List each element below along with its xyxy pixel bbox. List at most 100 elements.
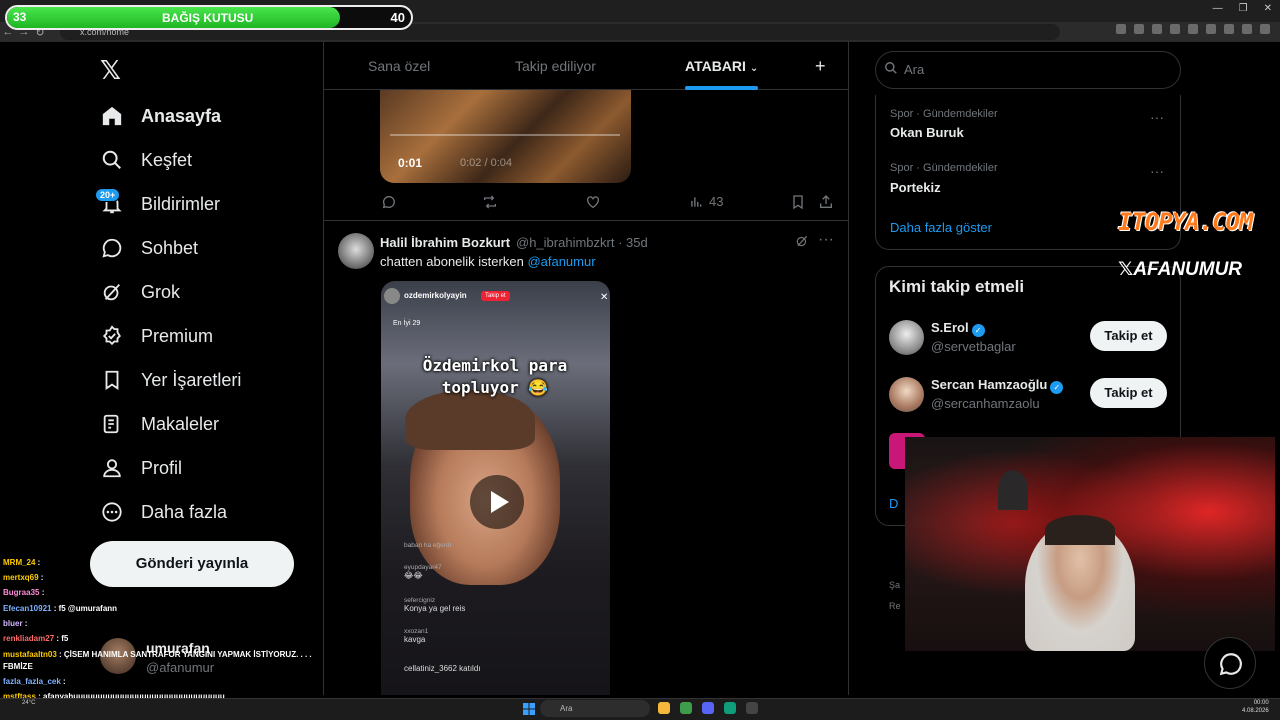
more-options-icon[interactable]: ··· [818, 231, 834, 249]
taskbar-search[interactable]: Ara [540, 700, 650, 717]
clock-time: 00:00 [1253, 700, 1269, 706]
notification-badge: 20+ [95, 188, 121, 202]
maximize-icon[interactable]: ❐ [1239, 3, 1248, 14]
sidebar-item-explore[interactable]: Keşfet [100, 142, 192, 178]
discord-icon[interactable] [702, 702, 714, 714]
trend-item[interactable]: Okan Buruk [890, 125, 964, 140]
reply-button[interactable] [381, 194, 397, 210]
avatar[interactable] [889, 320, 924, 355]
repost-icon [484, 195, 496, 209]
grok-icon[interactable] [795, 234, 809, 253]
more-options-icon[interactable]: ··· [1150, 109, 1164, 125]
tab-atabari[interactable]: ATABARI ⌄ [685, 58, 758, 74]
like-button[interactable] [585, 194, 601, 210]
suggested-user-name[interactable]: Sercan Hamzaoğlu ✓ [931, 377, 1064, 394]
tab-following[interactable]: Takip ediliyor [515, 58, 596, 74]
chat-message: mustafaaltn03 : ÇİSEM HANIMLA SANTRAFOR … [3, 650, 312, 659]
show-more-link[interactable]: Daha fazla göster [890, 220, 992, 235]
play-button[interactable] [470, 475, 524, 529]
video-comment: eyupdayar47 😂😂 [404, 564, 442, 580]
streamer-handle: 𝕏AFANUMUR [1118, 258, 1242, 281]
window-controls: — ❐ ✕ [1213, 3, 1272, 14]
webcam-streamer-hair [1045, 515, 1115, 545]
share-icon [820, 195, 832, 208]
chat-message: FBMİZE [3, 662, 33, 671]
tweet-author-name[interactable]: Halil İbrahim Bozkurt [380, 235, 510, 250]
sidebar-item-profile[interactable]: Profil [100, 450, 182, 486]
chrome-icon[interactable] [680, 702, 692, 714]
cast-icon[interactable] [1134, 24, 1144, 34]
sidebar-item-grok[interactable]: Grok [100, 274, 180, 310]
tweet-mention-link[interactable]: @afanumur [527, 254, 595, 269]
taskbar-weather[interactable]: 24°C [22, 700, 35, 707]
app-icon[interactable] [746, 702, 758, 714]
extension-icon[interactable] [1188, 24, 1198, 34]
extension-icon[interactable] [1206, 24, 1216, 34]
video-comment-user: baban ha eğerdr [404, 542, 452, 549]
truncated-link[interactable]: D [889, 496, 898, 511]
star-icon[interactable] [1152, 24, 1162, 34]
video-progress-bar[interactable] [390, 134, 620, 136]
taskbar-clock[interactable]: 00:00 4.08.2026 [1242, 699, 1269, 715]
profile-icon[interactable] [1242, 24, 1252, 34]
chat-icon [100, 236, 124, 260]
add-tab-icon[interactable]: + [815, 56, 826, 77]
suggested-user-handle: @sercanhamzaolu [931, 396, 1040, 411]
chat-separator: : [22, 619, 28, 628]
messages-fab-button[interactable] [1204, 637, 1256, 689]
donation-current: 33 [13, 10, 27, 24]
extension-icon[interactable] [1170, 24, 1180, 34]
x-logo-icon[interactable]: 𝕏 [100, 55, 121, 86]
views-button[interactable]: 43 [689, 194, 723, 209]
share-button[interactable] [818, 194, 834, 210]
chat-separator: : [56, 650, 64, 659]
follow-button[interactable]: Takip et [1090, 378, 1167, 408]
sidebar-item-bookmarks[interactable]: Yer İşaretleri [100, 362, 241, 398]
chat-username: Efecan10921 [3, 604, 52, 613]
suggested-user-name[interactable]: S.Erol ✓ [931, 320, 985, 337]
sponsor-logo: ITOPYA.COM [1118, 208, 1253, 236]
heart-icon [587, 196, 599, 209]
zoom-icon[interactable] [1116, 24, 1126, 34]
timeline-tabs: Sana özel Takip ediliyor ATABARI ⌄ [324, 42, 848, 90]
sidebar-item-premium[interactable]: Premium [100, 318, 213, 354]
trend-item[interactable]: Portekiz [890, 180, 941, 195]
extension-icon[interactable] [1224, 24, 1234, 34]
avatar[interactable] [889, 377, 924, 412]
windows-start-icon[interactable] [523, 702, 535, 715]
more-options-icon[interactable]: ··· [1150, 163, 1164, 179]
repost-button[interactable] [482, 194, 498, 210]
file-explorer-icon[interactable] [658, 702, 670, 714]
chat-separator: : [60, 677, 66, 686]
post-button[interactable]: Gönderi yayınla [90, 541, 294, 587]
edge-icon[interactable] [724, 702, 736, 714]
user-name-text: Sercan Hamzaoğlu [931, 377, 1048, 392]
reply-icon [382, 195, 395, 209]
video-caption-line: Özdemirkol para [422, 356, 568, 375]
menu-icon[interactable] [1260, 24, 1270, 34]
minimize-icon[interactable]: — [1213, 3, 1223, 14]
sidebar-item-articles[interactable]: Makaleler [100, 406, 219, 442]
search-placeholder: Ara [904, 62, 925, 77]
footer-link[interactable]: Şa [889, 580, 900, 590]
sidebar-item-chat[interactable]: Sohbet [100, 230, 198, 266]
sidebar-item-home[interactable]: Anasayfa [100, 98, 221, 134]
chat-username: MRM_24 [3, 558, 36, 567]
close-icon[interactable]: ✕ [1264, 3, 1272, 14]
tab-for-you[interactable]: Sana özel [368, 58, 430, 74]
user-icon [100, 456, 124, 480]
search-icon [884, 61, 898, 80]
donation-goal: 40 [390, 10, 405, 25]
footer-link[interactable]: Re [889, 601, 901, 611]
chat-text: ÇİSEM HANIMLA SANTRAFOR YANGINI YAPMAK İ… [63, 650, 312, 659]
follow-button[interactable]: Takip et [1090, 321, 1167, 351]
video-comment-user: xxozan1 [404, 628, 429, 635]
bookmark-button[interactable] [790, 194, 806, 210]
bookmark-icon [100, 368, 124, 392]
home-icon [100, 104, 124, 128]
sidebar-item-more[interactable]: Daha fazla [100, 494, 227, 530]
sidebar-item-label: Sohbet [141, 237, 199, 258]
clock-date: 4.08.2026 [1242, 708, 1269, 714]
avatar[interactable] [338, 233, 374, 269]
suggested-user-handle: @servetbaglar [931, 339, 1016, 354]
